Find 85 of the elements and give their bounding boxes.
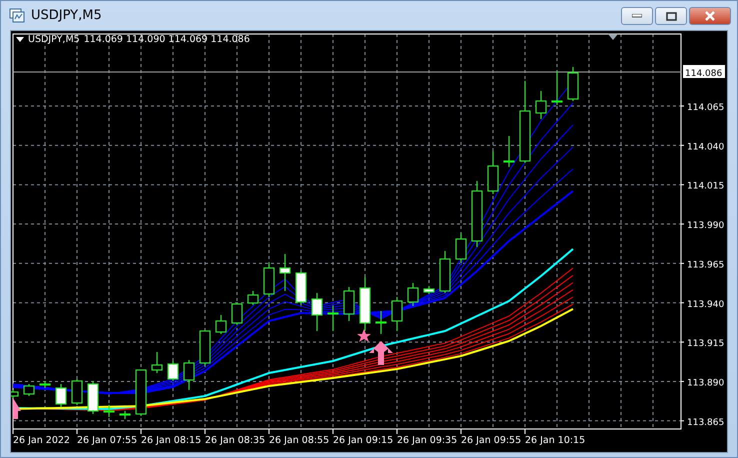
price-label: 113.965 (687, 260, 724, 270)
candlestick (24, 384, 34, 396)
time-label: 26 Jan 08:55 (269, 435, 330, 446)
candlestick (248, 290, 258, 306)
star-icon (357, 329, 371, 342)
tick-mark (268, 428, 270, 434)
tick-mark (680, 262, 684, 264)
maximize-button[interactable] (655, 7, 687, 25)
time-label: 26 Jan 07:55 (77, 435, 138, 446)
tick-mark (680, 224, 684, 225)
tick-mark (140, 428, 142, 434)
candlestick (552, 70, 562, 106)
window-title: USDJPY,M5 (31, 8, 103, 23)
tick-mark (332, 428, 334, 434)
tick-mark (680, 302, 684, 304)
candlestick (472, 180, 482, 248)
price-label: 114.040 (687, 142, 724, 152)
candlestick (344, 286, 354, 322)
candlestick (568, 66, 578, 102)
candlestick (440, 250, 450, 294)
up-arrow-icon (369, 341, 393, 365)
candlestick (72, 378, 82, 406)
price-label: 113.865 (687, 418, 724, 428)
tick-mark (680, 420, 684, 422)
candlestick (360, 276, 370, 332)
candlestick (184, 360, 194, 390)
time-label: 26 Jan 08:15 (141, 435, 202, 446)
tick-mark (12, 428, 14, 434)
price-label: 113.940 (687, 300, 724, 310)
time-label: 26 Jan 08:35 (205, 435, 266, 446)
tick-mark (680, 144, 684, 146)
candlestick (168, 360, 178, 382)
price-label: 114.065 (687, 103, 724, 113)
candlestick (216, 314, 226, 334)
time-label: 26 Jan 10:15 (525, 435, 586, 446)
tick-mark (524, 428, 526, 434)
candlestick (40, 380, 50, 388)
close-icon (704, 11, 716, 21)
time-label: 26 Jan 09:55 (461, 435, 522, 446)
minimize-icon (632, 14, 642, 18)
dropdown-triangle-icon[interactable] (16, 37, 24, 42)
candlestick (104, 404, 114, 418)
candlestick (424, 286, 434, 294)
maximize-icon (666, 12, 676, 20)
candlestick (456, 232, 466, 264)
time-label: 26 Jan 2022 (13, 435, 70, 446)
candlestick (488, 150, 498, 194)
candlestick (328, 306, 338, 332)
candlestick (88, 380, 98, 414)
tick-mark (460, 428, 462, 434)
candlestick (312, 292, 322, 332)
candlestick (408, 282, 418, 306)
shift-marker-icon (608, 34, 618, 40)
tick-mark (204, 428, 206, 434)
candlestick (280, 254, 290, 292)
time-label: 26 Jan 09:35 (397, 435, 458, 446)
candlestick (232, 302, 242, 326)
candlestick (536, 90, 546, 120)
price-label: 113.890 (687, 378, 724, 388)
minimize-button[interactable] (621, 7, 653, 25)
close-button[interactable] (689, 7, 731, 25)
up-arrow-icon (13, 398, 21, 419)
candlestick (56, 384, 66, 408)
candlestick (392, 296, 402, 332)
price-label: 113.915 (687, 339, 724, 350)
chart-window-icon (9, 8, 25, 23)
tick-mark (680, 342, 684, 343)
candlestick (264, 262, 274, 298)
tick-mark (680, 380, 684, 382)
ohlc-values: 114.069 114.090 114.069 114.086 (84, 34, 250, 45)
chart-symbol: USDJPY,M5 (28, 34, 80, 45)
candlestick (152, 352, 162, 374)
tick-mark (396, 428, 398, 434)
candlestick (296, 270, 306, 306)
tick-mark (680, 184, 684, 186)
candlestick (376, 310, 386, 334)
time-label: 26 Jan 09:15 (333, 435, 394, 446)
current-price-label: 114.086 (683, 65, 725, 79)
price-label: 114.015 (687, 182, 724, 192)
price-label: 113.990 (687, 221, 724, 232)
candlestick (200, 330, 210, 366)
candlestick (136, 370, 146, 416)
candlestick (120, 410, 130, 420)
tick-mark (76, 428, 78, 434)
candlestick (504, 136, 514, 168)
